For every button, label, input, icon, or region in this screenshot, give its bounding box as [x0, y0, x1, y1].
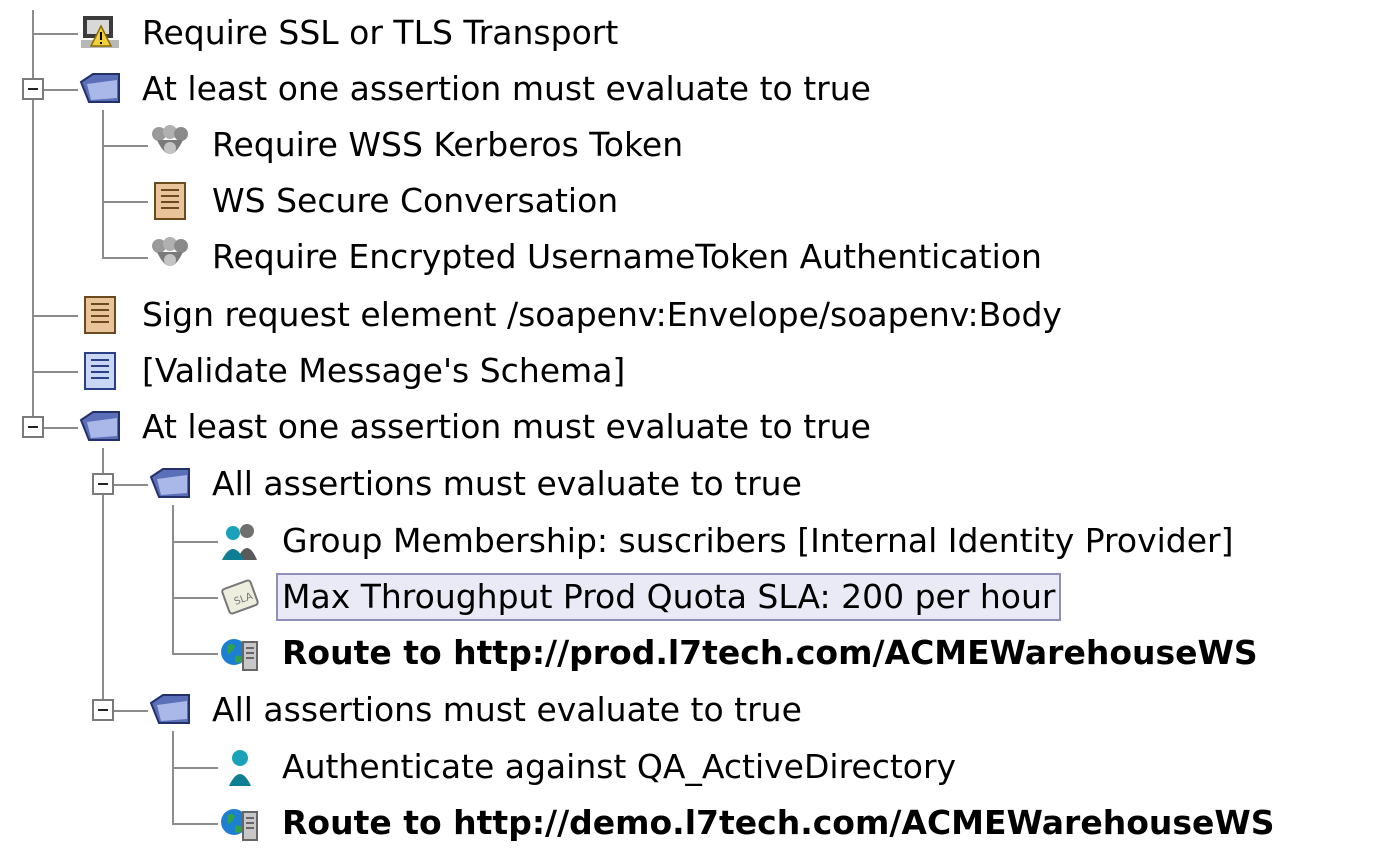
tree-node-authenticate-ad[interactable]: Authenticate against QA_ActiveDirectory [218, 739, 962, 795]
tree-guide-line [44, 89, 78, 91]
throughput-quota-icon: SLA [218, 575, 262, 619]
xml-schema-document-icon [78, 349, 122, 393]
kerberos-icon [148, 123, 192, 167]
tree-node-encrypted-usernametoken[interactable]: Require Encrypted UsernameToken Authenti… [148, 229, 1048, 285]
tree-node-route-demo[interactable]: Route to http://demo.l7tech.com/ACMEWare… [218, 795, 1281, 851]
policy-assertion-tree[interactable]: Require SSL or TLS Transport At least on… [0, 0, 1375, 845]
tree-node-sign-request-element[interactable]: Sign request element /soapenv:Envelope/s… [78, 287, 1068, 343]
tree-node-label: Authenticate against QA_ActiveDirectory [282, 747, 957, 786]
tree-guide-line [102, 201, 148, 203]
tree-node-or-composite[interactable]: At least one assertion must evaluate to … [78, 61, 877, 117]
tree-guide-line [102, 257, 148, 259]
kerberos-icon [148, 235, 192, 279]
tree-node-label: All assertions must evaluate to true [212, 690, 802, 729]
tree-guide-line [32, 10, 34, 430]
xml-document-icon [78, 293, 122, 337]
tree-node-label: Route to http://prod.l7tech.com/ACMEWare… [282, 633, 1258, 672]
tree-guide-line [172, 653, 218, 655]
route-server-icon [218, 801, 262, 845]
tree-node-label: Max Throughput Prod Quota SLA: 200 per h… [276, 573, 1062, 621]
group-users-icon [218, 519, 262, 563]
tree-guide-line [114, 710, 148, 712]
tree-node-throughput-quota[interactable]: SLA Max Throughput Prod Quota SLA: 200 p… [218, 569, 1062, 625]
tree-node-label: Sign request element /soapenv:Envelope/s… [142, 295, 1062, 334]
tree-guide-line [32, 315, 78, 317]
tree-node-label: Require WSS Kerberos Token [212, 125, 684, 164]
ssl-transport-icon [78, 11, 122, 55]
tree-node-or-composite[interactable]: At least one assertion must evaluate to … [78, 399, 877, 455]
tree-node-route-prod[interactable]: Route to http://prod.l7tech.com/ACMEWare… [218, 625, 1264, 681]
tree-node-and-composite[interactable]: All assertions must evaluate to true [148, 456, 808, 512]
tree-guide-line [172, 505, 174, 653]
tree-guide-line [44, 427, 78, 429]
tree-node-label: Route to http://demo.l7tech.com/ACMEWare… [282, 803, 1275, 842]
tree-node-ws-secure-conversation[interactable]: WS Secure Conversation [148, 173, 624, 229]
folder-icon [78, 67, 122, 111]
tree-node-label: At least one assertion must evaluate to … [142, 407, 871, 446]
tree-node-validate-schema[interactable]: [Validate Message's Schema] [78, 343, 631, 399]
tree-node-kerberos-token[interactable]: Require WSS Kerberos Token [148, 117, 689, 173]
tree-node-label: WS Secure Conversation [212, 181, 619, 220]
collapse-toggle-icon[interactable] [92, 473, 114, 495]
tree-guide-line [172, 541, 218, 543]
tree-guide-line [102, 145, 148, 147]
tree-guide-line [32, 33, 78, 35]
route-server-icon [218, 631, 262, 675]
tree-guide-line [114, 484, 148, 486]
tree-guide-line [172, 823, 218, 825]
tree-node-label: [Validate Message's Schema] [142, 351, 626, 390]
tree-node-require-ssl[interactable]: Require SSL or TLS Transport [78, 5, 624, 61]
folder-icon [148, 462, 192, 506]
collapse-toggle-icon[interactable] [22, 416, 44, 438]
tree-guide-line [102, 110, 104, 258]
collapse-toggle-icon[interactable] [92, 699, 114, 721]
user-icon [218, 745, 262, 789]
tree-node-label: All assertions must evaluate to true [212, 464, 802, 503]
tree-guide-line [32, 371, 78, 373]
tree-node-label: Require SSL or TLS Transport [142, 13, 619, 52]
tree-node-label: Group Membership: suscribers [Internal I… [282, 521, 1234, 560]
tree-guide-line [172, 597, 218, 599]
tree-guide-line [172, 767, 218, 769]
collapse-toggle-icon[interactable] [22, 78, 44, 100]
folder-icon [78, 405, 122, 449]
tree-node-label: Require Encrypted UsernameToken Authenti… [212, 237, 1042, 276]
tree-guide-line [172, 731, 174, 823]
xml-document-icon [148, 179, 192, 223]
tree-node-label: At least one assertion must evaluate to … [142, 69, 871, 108]
folder-icon [148, 688, 192, 732]
tree-node-and-composite[interactable]: All assertions must evaluate to true [148, 682, 808, 738]
tree-node-group-membership[interactable]: Group Membership: suscribers [Internal I… [218, 513, 1239, 569]
